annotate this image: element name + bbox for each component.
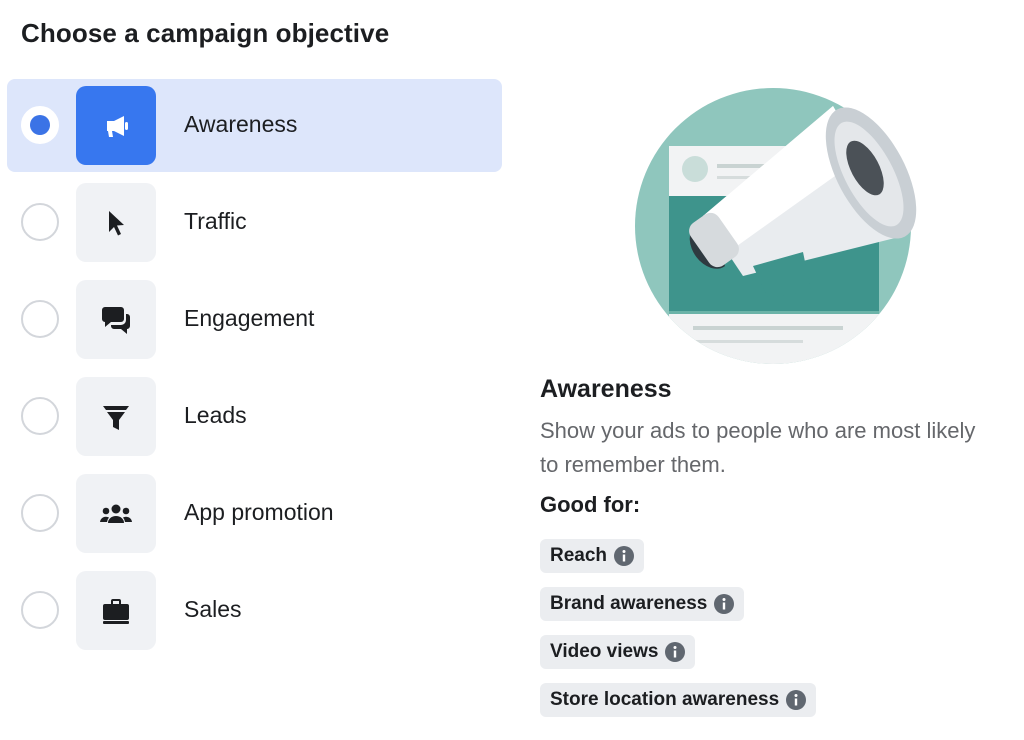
objective-label: App promotion (184, 499, 334, 525)
awareness-illustration (633, 86, 923, 366)
tag-video-views[interactable]: Video views (540, 635, 696, 669)
megaphone-icon (76, 86, 156, 165)
info-icon[interactable] (714, 594, 735, 614)
info-icon[interactable] (786, 690, 807, 710)
objective-list: Awareness Traffic Engagement Leads App p… (7, 79, 502, 661)
good-for-heading: Good for: (540, 492, 641, 517)
radio-button[interactable] (21, 203, 59, 241)
objective-label: Engagement (184, 305, 315, 331)
people-icon (76, 474, 156, 553)
good-for-tags: Reach Brand awareness Video views Store … (540, 539, 817, 731)
objective-label: Traffic (184, 208, 247, 234)
briefcase-icon (76, 571, 156, 650)
tag-store-location-awareness[interactable]: Store location awareness (540, 683, 817, 717)
objective-option-leads[interactable]: Leads (7, 370, 502, 463)
objective-option-awareness[interactable]: Awareness (7, 79, 502, 172)
radio-selected-dot (30, 115, 50, 135)
tag-label: Reach (550, 545, 608, 566)
tag-label: Video views (550, 641, 659, 662)
radio-button[interactable] (21, 106, 59, 144)
detail-description: Show your ads to people who are most lik… (540, 418, 976, 477)
objective-option-engagement[interactable]: Engagement (7, 273, 502, 366)
info-icon[interactable] (665, 642, 686, 662)
tag-reach[interactable]: Reach (540, 539, 645, 573)
chat-bubbles-icon (76, 280, 156, 359)
info-icon[interactable] (614, 546, 635, 566)
objective-option-sales[interactable]: Sales (7, 564, 502, 657)
radio-button[interactable] (21, 591, 59, 629)
objective-label: Awareness (184, 111, 298, 137)
objective-option-traffic[interactable]: Traffic (7, 176, 502, 269)
tag-label: Brand awareness (550, 593, 708, 614)
funnel-icon (76, 377, 156, 456)
objective-label: Sales (184, 596, 242, 622)
objective-option-app-promotion[interactable]: App promotion (7, 467, 502, 560)
page-title: Choose a campaign objective (21, 18, 390, 48)
radio-button[interactable] (21, 300, 59, 338)
tag-brand-awareness[interactable]: Brand awareness (540, 587, 745, 621)
tag-label: Store location awareness (550, 689, 780, 710)
objective-label: Leads (184, 402, 247, 428)
radio-button[interactable] (21, 494, 59, 532)
cursor-icon (76, 183, 156, 262)
detail-title: Awareness (540, 375, 672, 403)
radio-button[interactable] (21, 397, 59, 435)
